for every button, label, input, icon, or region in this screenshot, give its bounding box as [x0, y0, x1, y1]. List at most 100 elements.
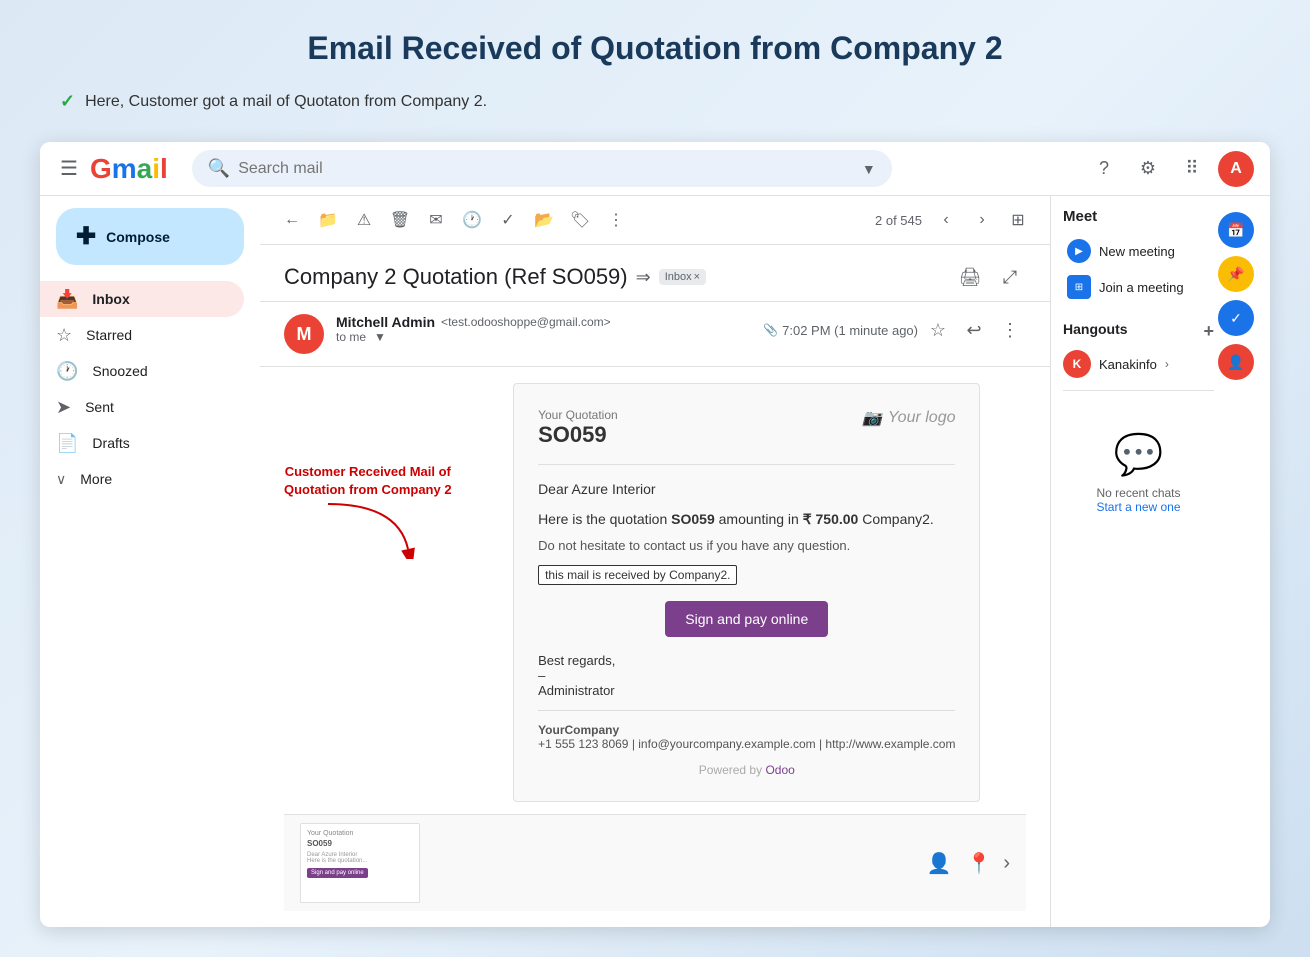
help-icon[interactable]: ?: [1086, 151, 1122, 187]
quotation-header: Your Quotation SO059 📷 Your logo: [538, 408, 955, 448]
join-meeting-label: Join a meeting: [1099, 280, 1184, 295]
more-options-icon[interactable]: ⋮: [600, 204, 632, 236]
sidebar-item-more[interactable]: ∨ More: [40, 461, 260, 497]
mark-unread-icon[interactable]: ✉: [420, 204, 452, 236]
print-icon[interactable]: 🖨: [954, 261, 986, 293]
quotation-card: Your Quotation SO059 📷 Your logo Dear Az…: [513, 383, 980, 802]
search-input[interactable]: [238, 160, 854, 178]
new-window-icon[interactable]: ⤢: [994, 261, 1026, 293]
starred-icon: ☆: [56, 325, 72, 346]
compose-label: Compose: [106, 229, 170, 245]
location-icon[interactable]: 📍: [963, 847, 995, 879]
compose-plus-icon: ✚: [76, 222, 96, 251]
contacts-icon[interactable]: 👤: [1218, 344, 1254, 380]
sidebar-item-snoozed[interactable]: 🕐 Snoozed: [40, 353, 244, 389]
company-name: YourCompany: [538, 723, 955, 737]
odoo-link[interactable]: Odoo: [765, 763, 794, 777]
move-icon[interactable]: 📂: [528, 204, 560, 236]
annotation-text: Customer Received Mail ofQuotation from …: [284, 463, 452, 499]
meet-main: Meet ▶ New meeting ⊞ Join a meeting Hang…: [1063, 208, 1214, 514]
snooze-icon[interactable]: 🕐: [456, 204, 488, 236]
keep-icon[interactable]: 📌: [1218, 256, 1254, 292]
sidebar-item-drafts[interactable]: 📄 Drafts: [40, 425, 244, 461]
drafts-label: Drafts: [92, 435, 129, 451]
quotation-body: Here is the quotation SO059 amounting in…: [538, 509, 955, 530]
no-recent-text: No recent chats: [1063, 486, 1214, 500]
person-icon[interactable]: 👤: [923, 847, 955, 879]
inbox-badge: Inbox ×: [659, 269, 706, 285]
subtitle-text: Here, Customer got a mail of Quotaton fr…: [85, 93, 487, 111]
check-icon[interactable]: ✓: [492, 204, 524, 236]
hangout-user-avatar: K: [1063, 350, 1091, 378]
hangout-user-item[interactable]: K Kanakinfo ›: [1063, 350, 1214, 378]
gmail-meet-panel: Meet ▶ New meeting ⊞ Join a meeting Hang…: [1050, 196, 1270, 927]
search-dropdown-icon[interactable]: ▼: [862, 161, 876, 177]
join-meeting-item[interactable]: ⊞ Join a meeting: [1063, 269, 1214, 305]
email-thumbnail: Your Quotation SO059 Dear Azure Interior…: [300, 823, 420, 903]
tasks-icon[interactable]: ✓: [1218, 300, 1254, 336]
add-hangout-icon[interactable]: +: [1203, 321, 1214, 342]
report-spam-icon[interactable]: ⚠: [348, 204, 380, 236]
hangouts-section: Hangouts +: [1063, 321, 1214, 342]
email-body-area: Customer Received Mail ofQuotation from …: [260, 367, 1050, 927]
more-label: More: [80, 471, 112, 487]
sidebar-item-inbox[interactable]: 📥 Inbox: [40, 281, 244, 317]
gmail-body: ✚ Compose 📥 Inbox ☆ Starred 🕐 Snoozed ➤ …: [40, 196, 1270, 927]
hamburger-icon[interactable]: ☰: [56, 152, 82, 185]
calendar-icon[interactable]: 📅: [1218, 212, 1254, 248]
email-content-wrapper: Customer Received Mail ofQuotation from …: [284, 383, 1026, 802]
expand-icon[interactable]: ›: [1003, 852, 1010, 875]
email-toolbar: ← 📁 ⚠ 🗑 ✉ 🕐 ✓ 📂 🏷 ⋮ 2 of 545 ‹ › ⊞: [260, 196, 1050, 245]
gmail-top-icons: ? ⚙ ⠿ A: [1086, 151, 1254, 187]
sender-avatar: M: [284, 314, 324, 354]
sender-meta: to me ▼: [336, 330, 751, 344]
user-avatar[interactable]: A: [1218, 151, 1254, 187]
star-icon[interactable]: ☆: [922, 314, 954, 346]
body-text-2: amounting in: [719, 511, 799, 527]
sidebar-item-sent[interactable]: ➤ Sent: [40, 389, 244, 425]
search-icon: 🔍: [208, 158, 230, 179]
drafts-icon: 📄: [56, 433, 78, 454]
reply-icon[interactable]: ↩: [958, 314, 990, 346]
meet-divider: [1063, 390, 1214, 391]
inbox-badge-close[interactable]: ×: [694, 271, 700, 283]
apps-icon[interactable]: ⠿: [1174, 151, 1210, 187]
view-options-icon[interactable]: ⊞: [1002, 204, 1034, 236]
gmail-main: ← 📁 ⚠ 🗑 ✉ 🕐 ✓ 📂 🏷 ⋮ 2 of 545 ‹ › ⊞ Compa…: [260, 196, 1050, 927]
sign-pay-button[interactable]: Sign and pay online: [665, 601, 828, 637]
new-meeting-item[interactable]: ▶ New meeting: [1063, 233, 1214, 269]
camera-icon: 📷: [862, 408, 882, 428]
quotation-company-footer: YourCompany +1 555 123 8069 | info@yourc…: [538, 723, 955, 751]
attachment-icon: 📎: [763, 323, 778, 337]
video-icon: ▶: [1067, 239, 1091, 263]
next-email-icon[interactable]: ›: [966, 204, 998, 236]
gmail-logo: Gmail: [90, 153, 168, 185]
inbox-label: Inbox: [92, 291, 129, 307]
meet-title: Meet: [1063, 208, 1214, 225]
archive-icon[interactable]: 📁: [312, 204, 344, 236]
gmail-search-bar[interactable]: 🔍 ▼: [192, 150, 892, 187]
sent-label: Sent: [85, 399, 114, 415]
settings-icon[interactable]: ⚙: [1130, 151, 1166, 187]
compose-button[interactable]: ✚ Compose: [56, 208, 244, 265]
inbox-icon: 📥: [56, 289, 78, 310]
delete-icon[interactable]: 🗑: [384, 204, 416, 236]
prev-email-icon[interactable]: ‹: [930, 204, 962, 236]
quotation-regards: Best regards, – Administrator: [538, 653, 955, 698]
meet-right-icons: 📅 📌 ✓ 👤: [1214, 208, 1258, 514]
sidebar-item-starred[interactable]: ☆ Starred: [40, 317, 244, 353]
your-logo: 📷 Your logo: [862, 408, 956, 428]
starred-label: Starred: [86, 327, 132, 343]
powered-by: Powered by Odoo: [538, 763, 955, 777]
checkmark-icon: ✓: [60, 91, 75, 112]
regards-text: Best regards,: [538, 653, 955, 668]
quotation-label: Your Quotation: [538, 408, 618, 422]
back-icon[interactable]: ←: [276, 204, 308, 236]
more-actions-icon[interactable]: ⋮: [994, 314, 1026, 346]
start-new-link[interactable]: Start a new one: [1063, 500, 1214, 514]
received-box-wrapper: this mail is received by Company2.: [538, 565, 955, 585]
quotation-note: Do not hesitate to contact us if you hav…: [538, 538, 955, 553]
to-chevron-icon[interactable]: ▼: [374, 330, 386, 344]
label-icon[interactable]: 🏷: [564, 204, 596, 236]
email-time: 7:02 PM (1 minute ago): [782, 323, 918, 338]
